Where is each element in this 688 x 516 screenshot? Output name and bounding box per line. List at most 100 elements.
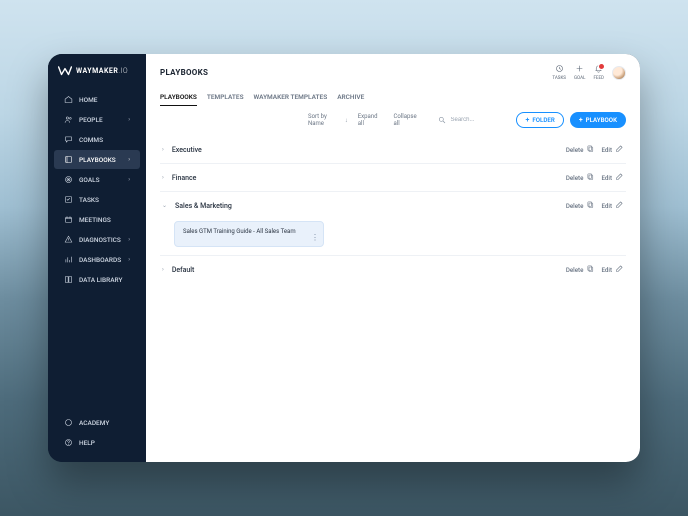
edit-icon <box>615 264 624 275</box>
sidebar-item-datalibrary[interactable]: DATA LIBRARY <box>54 270 140 289</box>
new-playbook-label: PLAYBOOK <box>586 116 617 124</box>
sidebar-item-goals[interactable]: GOALS› <box>54 170 140 189</box>
sort-by-control[interactable]: Sort by Name ↓ <box>308 113 348 127</box>
search-field[interactable] <box>438 116 504 124</box>
new-playbook-button[interactable]: +PLAYBOOK <box>570 112 626 128</box>
topbar-chip-label: TASKS <box>552 76 566 81</box>
playbook-card[interactable]: Sales GTM Training Guide - All Sales Tea… <box>174 221 324 247</box>
edit-button[interactable]: Edit <box>601 172 624 183</box>
main-panel: PLAYBOOKS TASKS GOAL FEED PLAYBOOKS TEMPLAT… <box>146 54 640 462</box>
new-folder-label: FOLDER <box>532 116 554 124</box>
edit-button[interactable]: Edit <box>601 264 624 275</box>
sidebar-item-comms[interactable]: COMMS <box>54 130 140 149</box>
chevron-right-icon: › <box>128 156 130 163</box>
topbar-chip-label: GOAL <box>574 76 585 81</box>
toolbar: Sort by Name ↓ Expand all Collapse all +… <box>146 106 640 134</box>
tab-archive[interactable]: ARCHIVE <box>337 93 364 106</box>
sidebar-item-playbooks[interactable]: PLAYBOOKS› <box>54 150 140 169</box>
sidebar-item-label: HELP <box>79 439 95 447</box>
search-input[interactable] <box>450 117 504 123</box>
category-actions: Delete Edit <box>566 200 624 211</box>
help-icon <box>64 438 73 447</box>
category-row: › Executive Delete Edit <box>160 136 626 163</box>
topbar-goal-button[interactable]: GOAL <box>574 64 585 81</box>
tab-templates[interactable]: TEMPLATES <box>207 93 244 106</box>
category-header: › Default Delete Edit <box>160 256 626 283</box>
plus-icon <box>575 64 584 75</box>
chevron-right-icon: › <box>128 176 130 183</box>
category-row: › Finance Delete Edit <box>160 163 626 191</box>
sidebar: WAYMAKER.IO HOME PEOPLE › COMMS PLAYBOOKS›GO… <box>48 54 146 462</box>
topbar-chip-label: FEED <box>593 76 604 81</box>
sidebar-item-home[interactable]: HOME <box>54 90 140 109</box>
sidebar-item-dashboards[interactable]: DASHBOARDS › <box>54 250 140 269</box>
tab-playbooks[interactable]: PLAYBOOKS <box>160 93 197 106</box>
sidebar-item-academy[interactable]: ACADEMY <box>54 413 140 432</box>
playbooks-icon <box>64 155 73 164</box>
chevron-right-icon: › <box>128 256 130 263</box>
tab-waymaker_templates[interactable]: WAYMAKER TEMPLATES <box>254 93 328 106</box>
comms-icon <box>64 135 73 144</box>
category-name: Default <box>172 266 195 274</box>
datalibrary-icon <box>64 275 73 284</box>
sidebar-item-label: ACADEMY <box>79 419 109 427</box>
edit-button[interactable]: Edit <box>601 200 624 211</box>
sidebar-item-label: DATA LIBRARY <box>79 276 122 284</box>
sidebar-item-label: COMMS <box>79 136 103 144</box>
sidebar-item-meetings[interactable]: MEETINGS <box>54 210 140 229</box>
category-toggle[interactable]: › <box>162 174 164 181</box>
diagnostics-icon <box>64 235 73 244</box>
category-header: › Executive Delete Edit <box>160 136 626 163</box>
copy-icon <box>586 144 595 155</box>
copy-icon <box>586 264 595 275</box>
expand-all-button[interactable]: Expand all <box>358 113 384 127</box>
sort-arrow-icon: ↓ <box>345 117 348 124</box>
content-list: › Executive Delete Edit › Finance Delete Edit ⌄ S… <box>146 134 640 462</box>
category-toggle[interactable]: › <box>162 146 164 153</box>
sidebar-item-label: MEETINGS <box>79 216 111 224</box>
category-header: ⌄Sales & MarketingDeleteEdit <box>160 192 626 219</box>
playbook-card-title: Sales GTM Training Guide - All Sales Tea… <box>183 228 296 235</box>
page-title: PLAYBOOKS <box>160 68 208 77</box>
category-toggle[interactable]: › <box>162 266 164 273</box>
delete-button[interactable]: Delete <box>566 144 596 155</box>
sidebar-item-people[interactable]: PEOPLE › <box>54 110 140 129</box>
category-actions: Delete Edit <box>566 144 624 155</box>
topbar-tasks-button[interactable]: TASKS <box>552 64 566 81</box>
edit-icon <box>615 200 624 211</box>
sidebar-item-tasks[interactable]: TASKS <box>54 190 140 209</box>
card-menu-button[interactable]: ⋮ <box>311 234 319 242</box>
delete-button[interactable]: Delete <box>566 264 596 275</box>
logo-mark-icon <box>58 66 72 76</box>
topbar-feed-button[interactable]: FEED <box>593 64 604 81</box>
sidebar-item-label: DASHBOARDS <box>79 256 121 264</box>
new-folder-button[interactable]: +FOLDER <box>516 112 563 128</box>
brand-name: WAYMAKER.IO <box>76 67 128 75</box>
category-header: › Finance Delete Edit <box>160 164 626 191</box>
chevron-right-icon: › <box>128 116 130 123</box>
sidebar-item-label: DIAGNOSTICS <box>79 236 121 244</box>
sort-by-label: Sort by Name <box>308 113 342 127</box>
edit-button[interactable]: Edit <box>601 144 624 155</box>
category-row: › Default Delete Edit <box>160 255 626 283</box>
sidebar-item-label: PEOPLE <box>79 116 103 124</box>
copy-icon <box>586 200 595 211</box>
delete-button[interactable]: Delete <box>566 172 596 183</box>
copy-icon <box>586 172 595 183</box>
topbar: PLAYBOOKS TASKS GOAL FEED <box>146 54 640 87</box>
sidebar-item-diagnostics[interactable]: DIAGNOSTICS› <box>54 230 140 249</box>
meetings-icon <box>64 215 73 224</box>
sidebar-bottom: ACADEMY HELP <box>48 413 146 452</box>
category-name: Finance <box>172 174 197 182</box>
search-icon <box>438 116 446 124</box>
plus-icon: + <box>579 117 583 124</box>
delete-button[interactable]: Delete <box>566 200 596 211</box>
category-toggle[interactable]: ⌄ <box>162 202 167 209</box>
user-avatar[interactable] <box>612 66 626 80</box>
sidebar-item-help[interactable]: HELP <box>54 433 140 452</box>
collapse-all-button[interactable]: Collapse all <box>394 113 423 127</box>
category-actions: Delete Edit <box>566 172 624 183</box>
people-icon <box>64 115 73 124</box>
category-name: Executive <box>172 146 202 154</box>
category-actions: Delete Edit <box>566 264 624 275</box>
